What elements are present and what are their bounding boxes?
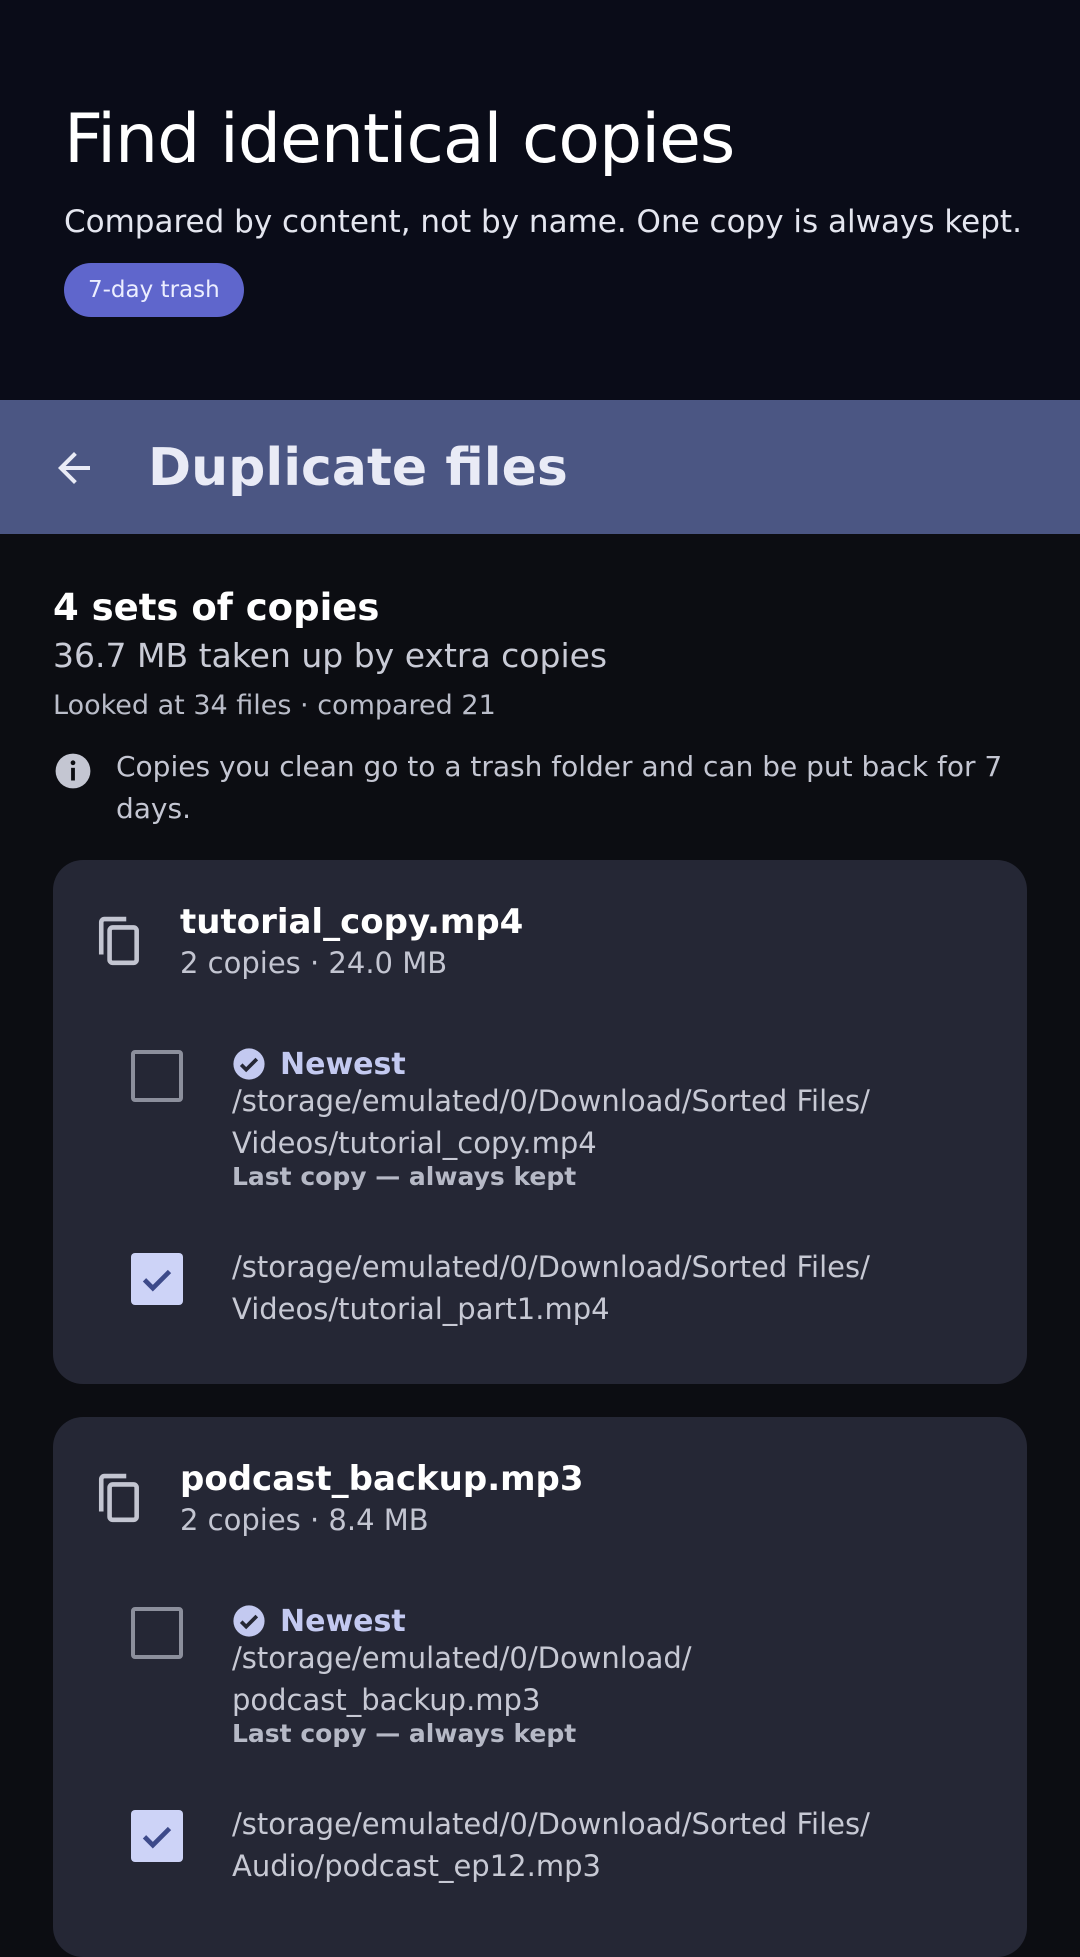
check-circle-icon	[233, 1605, 265, 1637]
file-path: /storage/emulated/0/Download/Sorted File…	[232, 1084, 870, 1160]
summary-title: 4 sets of copies	[53, 586, 380, 629]
newest-badge: Newest	[232, 1044, 406, 1084]
newest-label: Newest	[280, 1603, 406, 1639]
check-icon	[142, 1826, 172, 1849]
newest-label: Newest	[280, 1046, 406, 1082]
group-file-name: podcast_backup.mp3	[180, 1459, 584, 1499]
file-checkbox-checked[interactable]	[131, 1810, 183, 1862]
summary-size: 36.7 MB taken up by extra copies	[53, 636, 608, 675]
file-path: /storage/emulated/0/Download/Sorted File…	[232, 1807, 870, 1883]
hero-title: Find identical copies	[64, 100, 735, 179]
app-bar: Duplicate files	[0, 400, 1080, 534]
trash-info: Copies you clean go to a trash folder an…	[116, 750, 1003, 825]
info-icon	[55, 753, 91, 789]
file-checkbox-checked[interactable]	[131, 1253, 183, 1305]
arrow-left-icon	[58, 452, 90, 484]
file-path: /storage/emulated/0/Download/Sorted File…	[232, 1250, 870, 1326]
group-meta: 2 copies · 24.0 MB	[180, 946, 448, 980]
always-kept-note: Last copy — always kept	[232, 1719, 577, 1748]
duplicate-group-card: podcast_backup.mp3 2 copies · 8.4 MB New…	[53, 1417, 1027, 1957]
back-button[interactable]	[36, 430, 112, 506]
summary-stats: Looked at 34 files · compared 21	[53, 690, 496, 721]
copy-icon	[98, 1473, 139, 1523]
file-path: /storage/emulated/0/Download/ podcast_ba…	[232, 1641, 692, 1717]
newest-badge: Newest	[232, 1601, 406, 1641]
group-meta: 2 copies · 8.4 MB	[180, 1503, 429, 1537]
check-icon	[142, 1269, 172, 1292]
trash-badge: 7-day trash	[64, 263, 244, 317]
file-checkbox[interactable]	[131, 1050, 183, 1102]
check-circle-icon	[233, 1048, 265, 1080]
hero-subtitle: Compared by content, not by name. One co…	[64, 204, 1022, 240]
duplicate-group-card: tutorial_copy.mp4 2 copies · 24.0 MB New…	[53, 860, 1027, 1384]
always-kept-note: Last copy — always kept	[232, 1162, 577, 1191]
hero-header: Find identical copies Compared by conten…	[0, 0, 1080, 400]
page-title: Duplicate files	[148, 438, 568, 498]
group-file-name: tutorial_copy.mp4	[180, 902, 524, 942]
file-checkbox[interactable]	[131, 1607, 183, 1659]
copy-icon	[98, 916, 139, 966]
